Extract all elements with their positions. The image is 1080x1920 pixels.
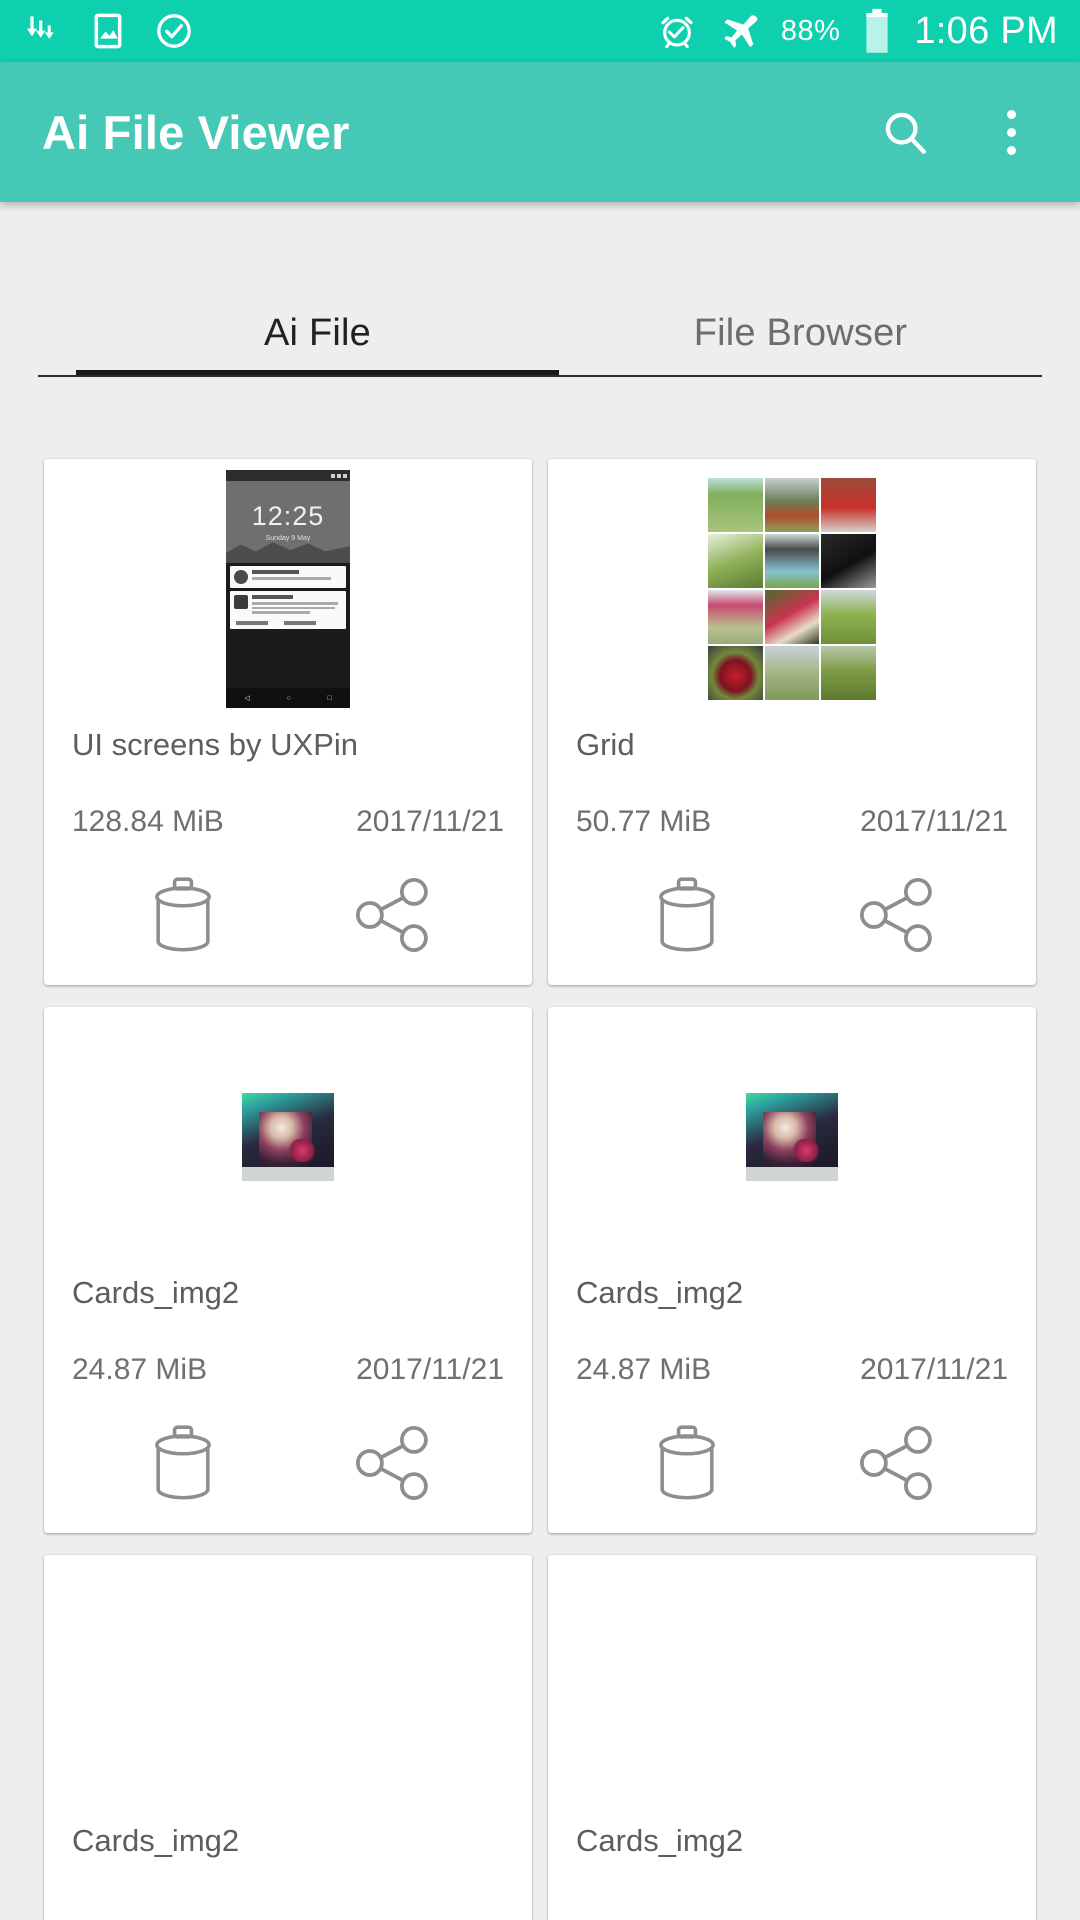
file-name-label: UI screens by UXPin bbox=[72, 727, 358, 762]
share-icon bbox=[859, 1425, 932, 1501]
thumbnail-date-text: Sunday 9 May bbox=[265, 534, 311, 542]
status-bar-clock: 1:06 PM bbox=[914, 10, 1058, 52]
file-meta-row: 24.87 MiB 2017/11/21 bbox=[44, 1353, 532, 1387]
delete-button[interactable] bbox=[131, 871, 235, 959]
phone-lockscreen-thumbnail-image: 12:25 Sunday 9 May ◁ ○ □ bbox=[226, 470, 350, 708]
file-thumbnail: 12:25 Sunday 9 May ◁ ○ □ bbox=[44, 459, 532, 709]
file-meta-row: 128.84 MiB 2017/11/21 bbox=[44, 805, 532, 839]
file-date-label: 2017/11/21 bbox=[860, 1353, 1008, 1386]
search-button[interactable] bbox=[878, 105, 932, 159]
trash-icon bbox=[659, 877, 715, 952]
tab-ai-file[interactable]: Ai File bbox=[76, 312, 559, 377]
trash-icon bbox=[155, 877, 211, 952]
search-icon bbox=[885, 112, 926, 154]
overflow-menu-button[interactable] bbox=[984, 105, 1038, 159]
file-thumbnail bbox=[548, 1007, 1036, 1257]
file-size-label: 128.84 MiB bbox=[72, 805, 224, 838]
tab-bar-divider bbox=[38, 375, 1042, 377]
photo-icon bbox=[94, 13, 122, 49]
file-action-row bbox=[548, 1419, 1036, 1507]
file-card[interactable]: Cards_img2 bbox=[44, 1555, 532, 1920]
file-card[interactable]: Cards_img2 bbox=[548, 1555, 1036, 1920]
tab-file-browser[interactable]: File Browser bbox=[559, 312, 1042, 377]
trash-icon bbox=[155, 1425, 211, 1500]
file-size-label: 24.87 MiB bbox=[72, 1353, 208, 1386]
file-action-row bbox=[548, 871, 1036, 959]
tab-bar: Ai File File Browser bbox=[0, 247, 1080, 377]
file-date-label: 2017/11/21 bbox=[860, 805, 1008, 838]
tab-spacer bbox=[38, 355, 76, 377]
cards-img2-thumbnail-image bbox=[242, 1093, 334, 1181]
file-action-row bbox=[44, 1419, 532, 1507]
app-bar: Ai File Viewer bbox=[0, 62, 1080, 202]
share-button[interactable] bbox=[845, 1419, 949, 1507]
file-name-label: Cards_img2 bbox=[576, 1823, 744, 1858]
file-date-label: 2017/11/21 bbox=[356, 805, 504, 838]
file-action-row bbox=[44, 871, 532, 959]
file-card-grid: 12:25 Sunday 9 May ◁ ○ □ UI screens by U… bbox=[0, 377, 1080, 1920]
status-bar-left-icons bbox=[22, 11, 194, 51]
file-card[interactable]: Cards_img2 24.87 MiB 2017/11/21 bbox=[44, 1007, 532, 1533]
file-card[interactable]: 12:25 Sunday 9 May ◁ ○ □ UI screens by U… bbox=[44, 459, 532, 985]
file-meta-row: 50.77 MiB 2017/11/21 bbox=[548, 805, 1036, 839]
share-button[interactable] bbox=[341, 871, 445, 959]
delete-button[interactable] bbox=[635, 1419, 739, 1507]
trash-icon bbox=[659, 1425, 715, 1500]
file-card[interactable]: Cards_img2 24.87 MiB 2017/11/21 bbox=[548, 1007, 1036, 1533]
check-circle-icon bbox=[157, 14, 191, 48]
file-meta-row: 24.87 MiB 2017/11/21 bbox=[548, 1353, 1036, 1387]
delete-button[interactable] bbox=[635, 871, 739, 959]
share-button[interactable] bbox=[341, 1419, 445, 1507]
app-bar-actions bbox=[878, 105, 1038, 159]
file-thumbnail bbox=[44, 1555, 532, 1805]
alarm-icon bbox=[661, 16, 693, 49]
file-name-label: Cards_img2 bbox=[576, 1275, 744, 1310]
photo-grid-thumbnail-image bbox=[708, 478, 876, 700]
status-bar: 88% 1:06 PM bbox=[0, 0, 1080, 62]
file-name-label: Cards_img2 bbox=[72, 1823, 240, 1858]
more-vertical-icon bbox=[1006, 109, 1016, 155]
share-button[interactable] bbox=[845, 871, 949, 959]
battery-percent-label: 88% bbox=[780, 14, 841, 47]
file-name-label: Grid bbox=[576, 727, 635, 762]
file-card[interactable]: Grid 50.77 MiB 2017/11/21 bbox=[548, 459, 1036, 985]
thumbnail-clock-text: 12:25 bbox=[251, 500, 325, 531]
file-date-label: 2017/11/21 bbox=[356, 1353, 504, 1386]
file-size-label: 50.77 MiB bbox=[576, 805, 712, 838]
tab-ai-file-label: Ai File bbox=[264, 312, 371, 354]
tab-file-browser-label: File Browser bbox=[693, 312, 908, 354]
share-icon bbox=[355, 1425, 428, 1501]
file-thumbnail bbox=[548, 1555, 1036, 1805]
file-name-label: Cards_img2 bbox=[72, 1275, 240, 1310]
download-arrows-icon bbox=[27, 16, 54, 39]
file-size-label: 24.87 MiB bbox=[576, 1353, 712, 1386]
share-icon bbox=[859, 877, 932, 953]
airplane-mode-icon bbox=[723, 15, 758, 48]
status-bar-right-icons: 88% 1:06 PM bbox=[657, 8, 1058, 54]
page-title: Ai File Viewer bbox=[42, 105, 350, 159]
file-thumbnail bbox=[44, 1007, 532, 1257]
file-thumbnail bbox=[548, 459, 1036, 709]
share-icon bbox=[355, 877, 428, 953]
battery-icon bbox=[866, 8, 888, 53]
cards-img2-thumbnail-image bbox=[746, 1093, 838, 1181]
delete-button[interactable] bbox=[131, 1419, 235, 1507]
